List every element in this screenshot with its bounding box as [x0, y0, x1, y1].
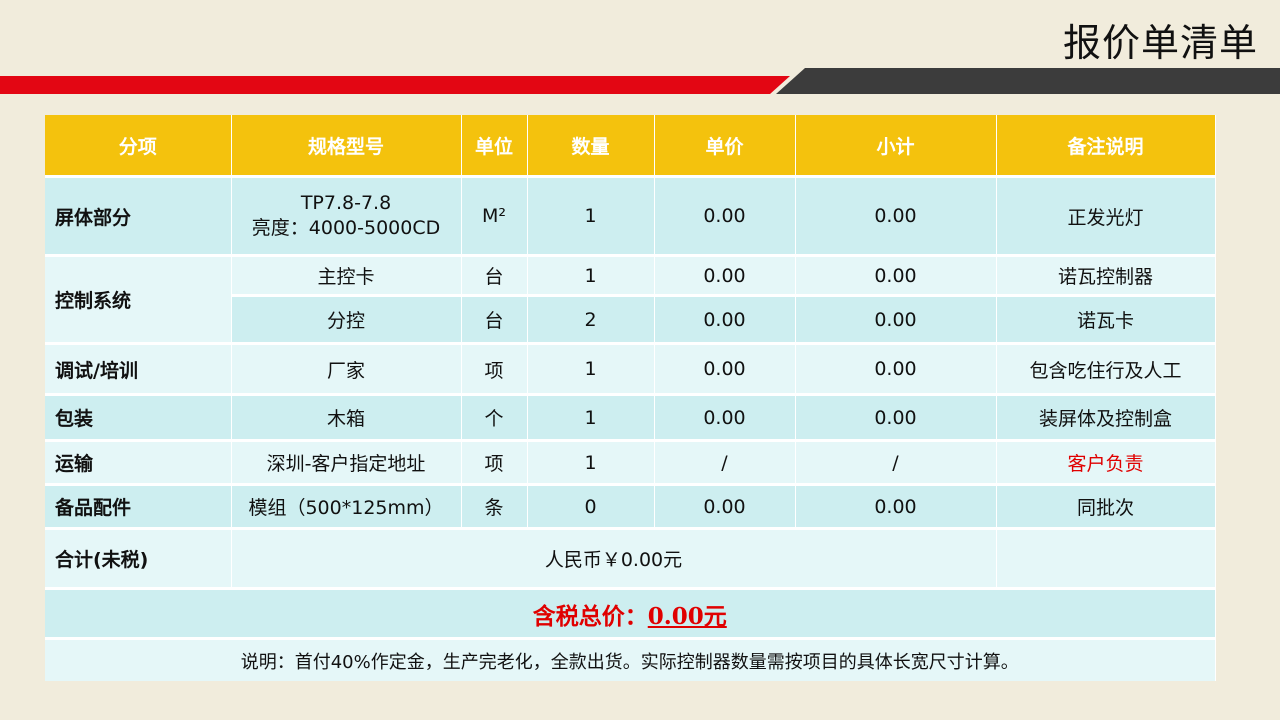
spec-cell: 深圳-客户指定地址 [231, 439, 462, 485]
subtotal-cell: 0.00 [795, 393, 997, 441]
spec-cell: 木箱 [231, 393, 462, 441]
remark-text: 说明：首付40%作定金，生产完老化，全款出货。实际控制器数量需按项目的具体长宽尺… [45, 637, 1216, 681]
quote-table: 分项 规格型号 单位 数量 单价 小计 备注说明 屏体部分 TP7.8-7.8 … [45, 115, 1216, 681]
category-cell: 包装 [45, 393, 232, 441]
total-row: 合计(未税) 人民币￥0.00元 [45, 527, 1216, 589]
subtotal-cell: 0.00 [795, 483, 997, 529]
spec-line: 亮度：4000-5000CD [251, 217, 441, 239]
unit-cell: 项 [461, 342, 528, 395]
qty-cell: 2 [527, 294, 655, 344]
qty-cell: 0 [527, 483, 655, 529]
note-cell: 诺瓦控制器 [996, 254, 1216, 296]
header-stripe [0, 68, 1280, 94]
unit-cell: 台 [461, 294, 528, 344]
header-cell: 数量 [527, 115, 655, 177]
unit-cell: 条 [461, 483, 528, 529]
category-cell: 备品配件 [45, 483, 232, 529]
table-row: 控制系统 主控卡 台 1 0.00 0.00 诺瓦控制器 [45, 254, 1216, 344]
qty-cell: 1 [527, 393, 655, 441]
subtotal-cell: 0.00 [795, 342, 997, 395]
header-cell: 分项 [45, 115, 232, 177]
table-row: 调试/培训 厂家 项 1 0.00 0.00 包含吃住行及人工 [45, 342, 1216, 395]
spec-line: TP7.8-7.8 [300, 192, 392, 214]
red-band [0, 76, 790, 94]
subtotal-cell: 0.00 [795, 175, 997, 256]
spec-cell: 厂家 [231, 342, 462, 395]
header-cell: 单价 [654, 115, 796, 177]
category-cell: 控制系统 [45, 254, 232, 344]
total-value: 人民币￥0.00元 [231, 527, 997, 589]
dark-band [776, 68, 1280, 94]
page-title: 报价单清单 [1062, 21, 1258, 65]
spec-cell: 主控卡 [231, 254, 462, 296]
table-row: 包装 木箱 个 1 0.00 0.00 装屏体及控制盒 [45, 393, 1216, 441]
header-cell: 小计 [795, 115, 997, 177]
empty-cell [996, 527, 1216, 589]
header-cell: 备注说明 [996, 115, 1216, 177]
unit-cell: M² [461, 175, 528, 256]
header-cell: 单位 [461, 115, 528, 177]
qty-cell: 1 [527, 342, 655, 395]
unit-cell: 项 [461, 439, 528, 485]
tax-total-cell: 含税总价：0.00元 [45, 587, 1216, 639]
qty-cell: 1 [527, 175, 655, 256]
note-cell: 正发光灯 [996, 175, 1216, 256]
spec-cell: TP7.8-7.8 亮度：4000-5000CD [231, 175, 462, 256]
subtotal-cell: / [795, 439, 997, 485]
total-label: 合计(未税) [45, 527, 232, 589]
price-cell: 0.00 [654, 294, 796, 344]
price-cell: / [654, 439, 796, 485]
price-cell: 0.00 [654, 342, 796, 395]
tax-total-row: 含税总价：0.00元 [45, 587, 1216, 639]
unit-cell: 台 [461, 254, 528, 296]
table-row: 屏体部分 TP7.8-7.8 亮度：4000-5000CD M² 1 0.00 … [45, 175, 1216, 256]
category-cell: 调试/培训 [45, 342, 232, 395]
tax-total-value: 0.00元 [647, 602, 727, 630]
remark-row: 说明：首付40%作定金，生产完老化，全款出货。实际控制器数量需按项目的具体长宽尺… [45, 637, 1216, 681]
price-cell: 0.00 [654, 254, 796, 296]
qty-cell: 1 [527, 439, 655, 485]
table-row: 运输 深圳-客户指定地址 项 1 / / 客户负责 [45, 439, 1216, 485]
note-cell: 包含吃住行及人工 [996, 342, 1216, 395]
price-cell: 0.00 [654, 483, 796, 529]
subtotal-cell: 0.00 [795, 254, 997, 296]
table-row: 备品配件 模组（500*125mm） 条 0 0.00 0.00 同批次 [45, 483, 1216, 529]
spec-cell: 分控 [231, 294, 462, 344]
note-cell: 客户负责 [996, 439, 1216, 485]
header-cell: 规格型号 [231, 115, 462, 177]
category-cell: 运输 [45, 439, 232, 485]
unit-cell: 个 [461, 393, 528, 441]
note-cell: 同批次 [996, 483, 1216, 529]
table-header-row: 分项 规格型号 单位 数量 单价 小计 备注说明 [45, 115, 1216, 177]
spec-cell: 模组（500*125mm） [231, 483, 462, 529]
tax-total-label: 含税总价： [532, 603, 648, 630]
qty-cell: 1 [527, 254, 655, 296]
category-cell: 屏体部分 [45, 175, 232, 256]
note-cell: 诺瓦卡 [996, 294, 1216, 344]
note-cell: 装屏体及控制盒 [996, 393, 1216, 441]
price-cell: 0.00 [654, 393, 796, 441]
price-cell: 0.00 [654, 175, 796, 256]
subtotal-cell: 0.00 [795, 294, 997, 344]
